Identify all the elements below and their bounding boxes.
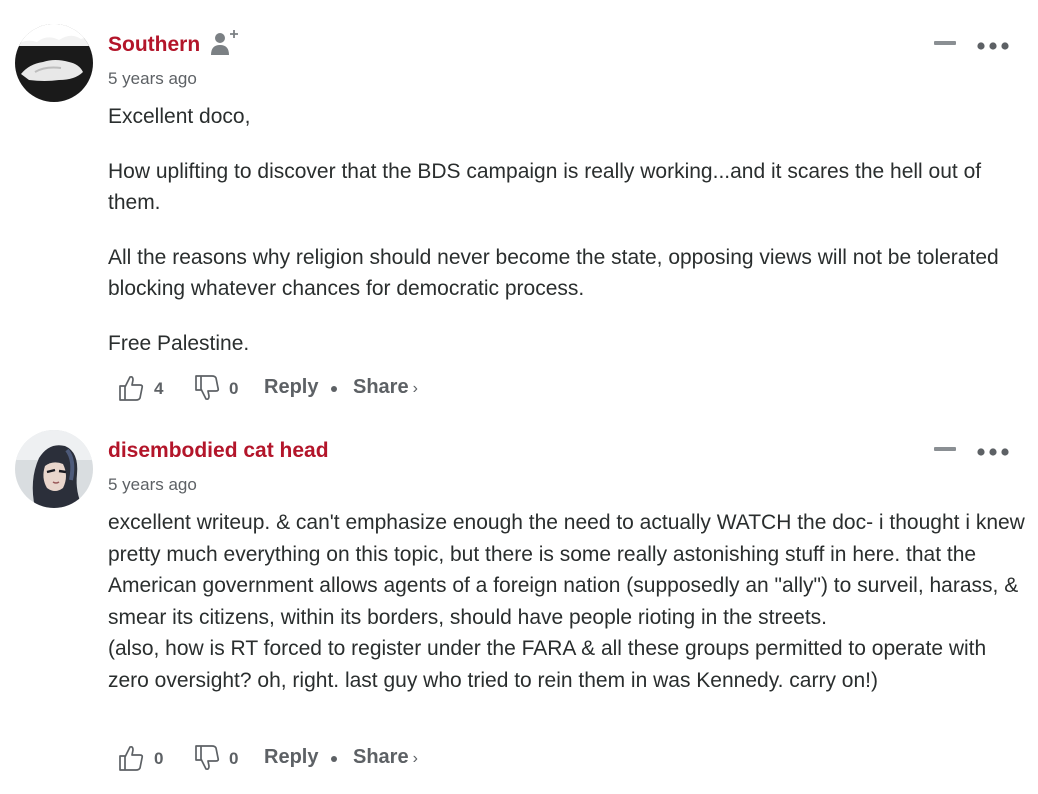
reply-button[interactable]: Reply <box>264 376 318 399</box>
downvote-count: 0 <box>229 379 239 398</box>
follow-user-icon[interactable] <box>210 30 238 61</box>
thumbs-down-icon[interactable] <box>194 744 220 777</box>
share-label: Share <box>353 376 409 398</box>
comment-body: excellent writeup. & can't emphasize eno… <box>108 511 1025 692</box>
thumbs-up-icon[interactable] <box>118 744 144 777</box>
comment-paragraph: How uplifting to discover that the BDS c… <box>108 159 982 215</box>
comment-paragraph: All the reasons why religion should neve… <box>108 245 999 301</box>
comment-paragraph: Excellent doco, <box>108 105 251 128</box>
collapse-icon[interactable] <box>934 447 956 451</box>
collapse-icon[interactable] <box>934 41 956 45</box>
comment-paragraph: Free Palestine. <box>108 331 250 355</box>
thumbs-up-icon[interactable] <box>118 374 144 407</box>
share-button[interactable]: Share › <box>353 746 418 769</box>
avatar[interactable] <box>15 430 93 508</box>
share-label: Share <box>353 746 409 768</box>
comment-body: Excellent doco, How uplifting to discove… <box>108 101 1028 359</box>
chevron-right-icon: › <box>412 750 418 767</box>
share-button[interactable]: Share › <box>353 376 418 399</box>
reply-button[interactable]: Reply <box>264 746 318 769</box>
comment-thread: Southern 5 years ago Excellent doco, How… <box>0 0 1038 794</box>
comment-actions: 4 0 Reply Share › <box>118 374 518 404</box>
avatar[interactable] <box>15 24 93 102</box>
downvote-count: 0 <box>229 749 239 768</box>
comment: disembodied cat head 5 years ago excelle… <box>0 430 1038 790</box>
upvote-count: 0 <box>154 749 164 768</box>
comment-timestamp[interactable]: 5 years ago <box>108 475 197 495</box>
separator-dot <box>331 756 337 762</box>
separator-dot <box>331 386 337 392</box>
more-options-icon[interactable] <box>976 38 1010 56</box>
chevron-right-icon: › <box>412 380 418 397</box>
comment-actions: 0 0 Reply Share › <box>118 744 518 774</box>
comment: Southern 5 years ago Excellent doco, How… <box>0 24 1038 409</box>
comment-timestamp[interactable]: 5 years ago <box>108 69 197 89</box>
comment-author[interactable]: disembodied cat head <box>108 439 329 463</box>
comment-author[interactable]: Southern <box>108 33 200 57</box>
upvote-count: 4 <box>154 379 164 398</box>
more-options-icon[interactable] <box>976 444 1010 462</box>
thumbs-down-icon[interactable] <box>194 374 220 407</box>
